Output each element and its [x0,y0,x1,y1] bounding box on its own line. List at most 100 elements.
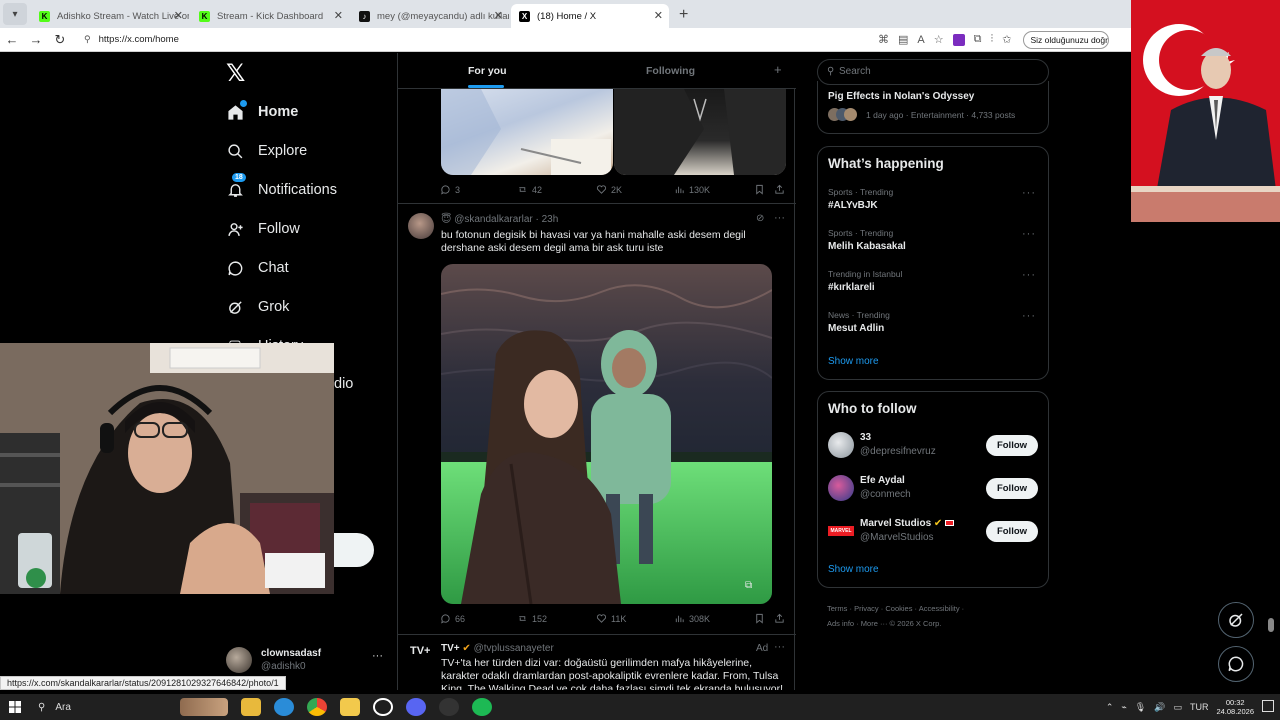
more-icon[interactable]: ··· [1022,187,1036,199]
split-screen-icon[interactable]: ⫶ [990,33,993,46]
views-button[interactable]: 130K [674,184,754,195]
views-button[interactable]: 308K [674,613,754,624]
avatar[interactable] [408,213,434,239]
repost-button[interactable]: 152 [517,613,596,624]
story-title[interactable]: Pig Effects in Nolan's Odyssey [828,91,974,102]
browser-tab[interactable]: K Adishko Stream - Watch Live on K ✕ [31,4,189,28]
reply-button[interactable]: 3 [440,184,517,195]
battery-icon[interactable]: ▭ [1173,702,1182,713]
more-icon[interactable]: ··· [774,641,785,653]
follow-button[interactable]: Follow [986,435,1038,456]
obs-icon[interactable] [373,698,393,716]
nav-explore[interactable]: Explore [226,142,307,160]
new-tab-button[interactable]: + [671,6,696,28]
grok-icon[interactable]: ⊘ [756,213,764,224]
nav-chat[interactable]: Chat [226,259,289,277]
notes-icon[interactable] [340,698,360,716]
avatar[interactable] [828,432,854,458]
post-author[interactable]: TV+ [441,643,460,654]
browser-tab[interactable]: ♪ mey (@meyaycandu) adlı kullanıcı ✕ [351,4,509,28]
translate-icon[interactable]: ⌘ [878,33,889,46]
post-handle[interactable]: @tvplussanayeter [474,643,554,654]
nav-studio[interactable]: dio [334,376,353,392]
notification-center-icon[interactable] [1262,700,1274,712]
bookmark-icon[interactable] [754,613,774,624]
browser-tab-active[interactable]: X (18) Home / X ✕ [511,4,669,28]
volume-icon[interactable]: 🔊 [1154,702,1165,713]
close-icon[interactable]: ✕ [334,9,343,22]
reader-icon[interactable]: ▤ [898,33,908,46]
grok-fab-button[interactable] [1218,602,1254,638]
marvel-logo[interactable]: MARVEL [828,526,854,536]
add-tab-icon[interactable]: + [774,62,782,77]
more-icon[interactable]: ··· [1022,310,1036,322]
footer-link[interactable]: More ··· [861,619,888,628]
post-image[interactable]: ⧉ [441,264,772,604]
account-switcher[interactable]: clownsadasf @adishk0 ··· [226,647,388,677]
chrome-icon[interactable] [307,698,327,716]
tab-following[interactable]: Following [646,65,695,77]
microphone-icon[interactable]: 🎙 [1135,702,1146,713]
more-icon[interactable]: ··· [1022,228,1036,240]
address-bar[interactable]: ⚲ https://x.com/home [78,30,868,49]
share-icon[interactable] [774,613,785,624]
post-time[interactable]: 23h [542,214,559,225]
more-icon[interactable]: ··· [774,212,785,224]
footer-link[interactable]: Ads info [827,619,854,628]
profile-search-pill[interactable]: Siz olduğunuzu doğru [1023,30,1110,49]
show-more-link[interactable]: Show more [828,564,879,575]
clock[interactable]: 00:32 24.08.2026 [1216,698,1254,716]
forward-button[interactable]: → [24,32,48,47]
x-logo-icon[interactable]: 𝕏 [226,59,245,88]
close-icon[interactable]: ✕ [654,9,663,22]
taskbar-search[interactable]: ⚲ Ara [30,702,170,713]
footer-link[interactable]: Accessibility [919,604,960,613]
reload-button[interactable]: ↻ [48,32,72,48]
puzzle-icon[interactable]: ⧉ [974,33,982,46]
network-icon[interactable]: ⌁ [1121,702,1126,713]
like-button[interactable]: 11K [596,613,674,624]
file-explorer-icon[interactable] [241,698,261,716]
extension-icon[interactable] [952,33,965,46]
nav-notifications[interactable]: 18 Notifications [226,173,337,199]
spotify-icon[interactable] [472,698,492,716]
app-icon[interactable] [439,698,459,716]
chat-fab-button[interactable] [1218,646,1254,682]
keyboard-icon[interactable]: TUR [1190,702,1209,712]
discord-icon[interactable] [406,698,426,716]
follow-button[interactable]: Follow [986,521,1038,542]
like-button[interactable]: 2K [596,184,674,195]
site-info-icon[interactable]: ⚲ [84,34,91,45]
scrollbar-thumb[interactable] [1268,618,1274,632]
back-button[interactable]: ← [0,32,24,47]
nav-grok[interactable]: Grok [226,298,289,316]
share-icon[interactable] [774,184,785,195]
footer-link[interactable]: Cookies [885,604,912,613]
nav-home[interactable]: Home [226,100,298,121]
post-image[interactable] [441,89,613,175]
repost-button[interactable]: 42 [517,184,596,195]
favorites-icon[interactable]: ✩ [1002,33,1011,46]
star-icon[interactable]: ☆ [934,33,944,46]
more-icon[interactable]: ··· [1022,269,1036,281]
post-image[interactable] [614,89,786,175]
more-icon[interactable]: ··· [372,650,383,662]
post-handle[interactable]: @skandalkararlar [454,214,533,225]
image-alt-icon[interactable]: ⧉ [745,580,752,591]
read-aloud-icon[interactable]: A [917,34,924,46]
browser-tab[interactable]: K Stream - Kick Dashboard ✕ [191,4,349,28]
top-story-panel[interactable]: Pig Effects in Nolan's Odyssey 1 day ago… [817,81,1049,134]
footer-link[interactable]: Terms [827,604,847,613]
tvplus-logo[interactable]: TV+ [410,645,430,657]
show-more-link[interactable]: Show more [828,356,879,367]
chevron-up-icon[interactable]: ⌃ [1106,702,1114,713]
close-icon[interactable]: ✕ [494,9,503,22]
reply-button[interactable]: 66 [440,613,517,624]
taskbar-widget-icon[interactable] [180,698,228,716]
bookmark-icon[interactable] [754,184,774,195]
tab-search-button[interactable]: ▾ [3,3,27,25]
edge-icon[interactable] [274,698,294,716]
nav-follow[interactable]: Follow [226,220,300,238]
close-icon[interactable]: ✕ [174,9,183,22]
start-button[interactable] [0,701,30,713]
